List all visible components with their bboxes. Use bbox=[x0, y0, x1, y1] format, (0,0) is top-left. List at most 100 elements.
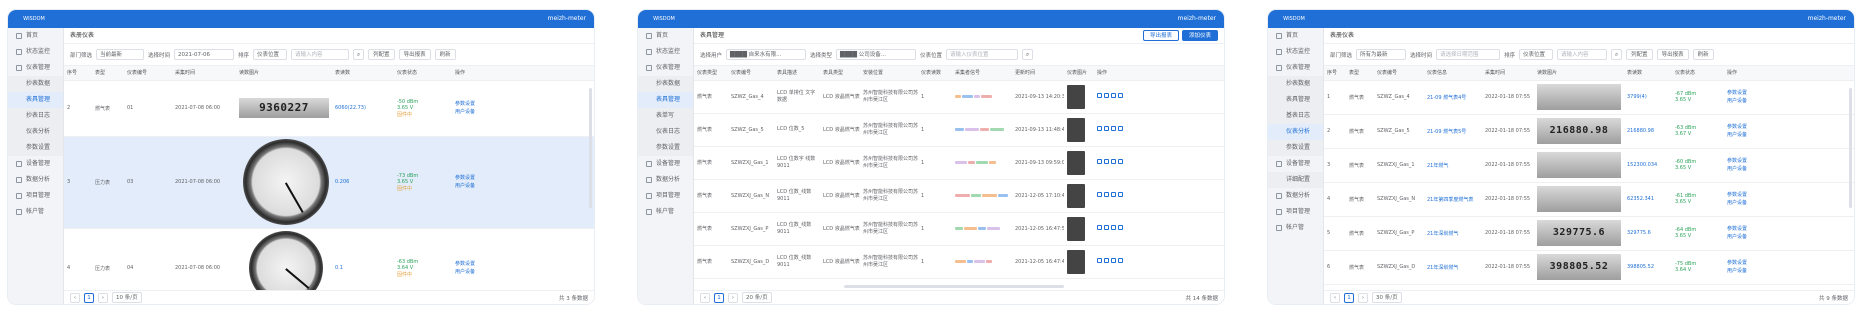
cell-info[interactable]: 21年第四季度燃气表 bbox=[1424, 182, 1482, 217]
meter-photo-thumbnail[interactable] bbox=[1067, 117, 1085, 142]
sidebar-item[interactable]: 帐户管 bbox=[1268, 220, 1323, 236]
table-row[interactable]: 燃气表 SZWZXJ_Gas_P LCD 位数_线数9011 LCD 液晶燃气表 苏州智… bbox=[694, 212, 1224, 246]
col-header[interactable]: 读数图片 bbox=[1534, 66, 1624, 81]
user-device-link[interactable]: 用户设备 bbox=[1727, 233, 1854, 241]
dept-select[interactable]: 所有为最新 bbox=[1356, 49, 1407, 60]
chart-icon[interactable] bbox=[1104, 225, 1109, 230]
sidebar-item[interactable]: 数据分析 bbox=[8, 172, 63, 188]
cell-reading[interactable]: 398805.52 bbox=[1624, 250, 1672, 285]
delete-icon[interactable] bbox=[1118, 93, 1123, 98]
sidebar-item[interactable]: 项目管理 bbox=[638, 188, 693, 204]
meter-reading-image[interactable] bbox=[1537, 152, 1621, 178]
sidebar-item[interactable]: 仪表管理 bbox=[8, 60, 63, 76]
delete-icon[interactable] bbox=[1118, 126, 1123, 131]
refresh-button[interactable]: 刷新 bbox=[1692, 49, 1714, 60]
cell-image[interactable]: 9360227 bbox=[236, 80, 332, 137]
sidebar-item[interactable]: 参数设置 bbox=[8, 140, 63, 156]
export-report-button[interactable]: 导出报表 bbox=[1142, 30, 1179, 41]
sidebar-item[interactable]: 设备管理 bbox=[1268, 156, 1323, 172]
cell-info[interactable]: 21年燃气 bbox=[1424, 148, 1482, 183]
table-row[interactable]: 4 燃气表 SZWZXJ_Gas_N 21年第四季度燃气表 2022-01-18 07:… bbox=[1324, 182, 1854, 217]
user-device-link[interactable]: 用户设备 bbox=[1727, 165, 1854, 173]
col-header[interactable]: 仪表图片 bbox=[1064, 66, 1094, 81]
table-row[interactable]: 1 燃气表 SZWZ_Gas_4 21-09 燃气表4号 2022-01-18 07:5… bbox=[1324, 80, 1854, 115]
next-page-button[interactable]: › bbox=[98, 292, 108, 303]
sidebar-item[interactable]: 数据分析 bbox=[1268, 188, 1323, 204]
chart-icon[interactable] bbox=[1104, 159, 1109, 164]
cell-info[interactable]: 21-09 燃气表5号 bbox=[1424, 114, 1482, 149]
setting-icon[interactable] bbox=[1111, 225, 1116, 230]
sidebar-item[interactable]: 仪表管理 bbox=[638, 60, 693, 76]
col-header[interactable]: 仪表类型 bbox=[694, 66, 728, 81]
col-header[interactable]: 仪表状态 bbox=[394, 66, 452, 81]
sidebar-item[interactable]: 状态监控 bbox=[1268, 44, 1323, 60]
cell-image[interactable]: 216880.98 bbox=[1534, 114, 1624, 149]
cell-image[interactable]: 329775.6 bbox=[1534, 216, 1624, 251]
sidebar-item[interactable]: 表具管理 bbox=[1268, 92, 1323, 108]
next-page-button[interactable]: › bbox=[1358, 292, 1368, 303]
cell-reading[interactable]: 0.206 bbox=[332, 136, 394, 229]
sidebar-item[interactable]: 设备管理 bbox=[8, 156, 63, 172]
page-number[interactable]: 1 bbox=[1344, 292, 1354, 303]
table-row[interactable]: 燃气表 SZWZ_Gas_5 LCD 位数_5 LCD 液晶燃气表 苏州智能科技有限公司… bbox=[694, 113, 1224, 147]
prev-page-button[interactable]: ‹ bbox=[70, 292, 80, 303]
settings-link[interactable]: 参数设置 bbox=[1727, 191, 1854, 199]
settings-link[interactable]: 参数设置 bbox=[455, 100, 594, 108]
column-config-button[interactable]: 列配置 bbox=[368, 49, 395, 60]
user-menu[interactable]: meizh-meter bbox=[548, 10, 586, 28]
dept-select[interactable]: 当前最新 bbox=[96, 49, 145, 60]
setting-icon[interactable] bbox=[1111, 192, 1116, 197]
settings-link[interactable]: 参数设置 bbox=[1727, 89, 1854, 97]
delete-icon[interactable] bbox=[1118, 192, 1123, 197]
col-header[interactable]: 读数图片 bbox=[236, 66, 332, 81]
col-header[interactable]: 仪表信息 bbox=[1424, 66, 1482, 81]
user-menu[interactable]: meizh-meter bbox=[1808, 10, 1846, 28]
col-header[interactable]: 操作 bbox=[452, 66, 594, 81]
col-header[interactable]: 仪表编号 bbox=[124, 66, 172, 81]
user-device-link[interactable]: 用户设备 bbox=[455, 108, 594, 116]
edit-icon[interactable] bbox=[1097, 192, 1102, 197]
col-header[interactable]: 采集时间 bbox=[1482, 66, 1534, 81]
meter-reading-image[interactable] bbox=[1537, 84, 1621, 110]
meter-reading-image[interactable]: 9360227 bbox=[239, 98, 329, 118]
page-number[interactable]: 1 bbox=[84, 292, 94, 303]
table-row[interactable]: 6 燃气表 SZWZXJ_Gas_D 21年深圳燃气 2022-01-18 07:55 3… bbox=[1324, 250, 1854, 285]
meter-photo-thumbnail[interactable] bbox=[1067, 216, 1085, 241]
page-size-select[interactable]: 10 条/页 bbox=[112, 292, 142, 303]
cell-image[interactable] bbox=[1064, 80, 1094, 114]
table-row[interactable]: 5 燃气表 SZWZXJ_Gas_P 21年深圳燃气 2022-01-18 07:55 3… bbox=[1324, 216, 1854, 251]
edit-icon[interactable] bbox=[1097, 93, 1102, 98]
settings-link[interactable]: 参数设置 bbox=[455, 260, 594, 268]
sidebar-item[interactable]: 仪表管理 bbox=[1268, 60, 1323, 76]
cell-info[interactable]: 21年深圳燃气 bbox=[1424, 250, 1482, 285]
col-header[interactable]: 表具描述 bbox=[774, 66, 820, 81]
cell-image[interactable] bbox=[1534, 148, 1624, 183]
table-row[interactable]: 燃气表 SZWZXJ_Gas_N LCD 位数_线数9011 LCD 液晶燃气表 苏州智… bbox=[694, 179, 1224, 213]
col-header[interactable]: 安装位置 bbox=[860, 66, 918, 81]
cell-reading[interactable]: 3799(4) bbox=[1624, 80, 1672, 115]
export-button[interactable]: 导出报表 bbox=[1656, 49, 1689, 60]
cell-image[interactable] bbox=[236, 136, 332, 229]
search-input[interactable]: 请输入内容 bbox=[291, 49, 350, 60]
horizontal-scrollbar[interactable] bbox=[844, 285, 1064, 288]
cell-image[interactable] bbox=[1064, 179, 1094, 213]
meter-reading-image[interactable]: 398805.52 bbox=[1537, 254, 1621, 280]
user-device-link[interactable]: 用户设备 bbox=[455, 182, 594, 190]
col-header[interactable]: 采集者信号 bbox=[952, 66, 1012, 81]
chart-icon[interactable] bbox=[1104, 258, 1109, 263]
meter-reading-image[interactable] bbox=[1537, 186, 1621, 212]
col-header[interactable]: 更新时间 bbox=[1012, 66, 1064, 81]
cell-info[interactable]: 21-09 燃气表4号 bbox=[1424, 80, 1482, 115]
cell-reading[interactable]: 329775.6 bbox=[1624, 216, 1672, 251]
settings-link[interactable]: 参数设置 bbox=[1727, 123, 1854, 131]
edit-icon[interactable] bbox=[1097, 258, 1102, 263]
meter-photo-thumbnail[interactable] bbox=[1067, 249, 1085, 274]
sidebar-item[interactable]: 项目管理 bbox=[1268, 204, 1323, 220]
user-device-link[interactable]: 用户设备 bbox=[1727, 131, 1854, 139]
sidebar-item[interactable]: 详细配置 bbox=[1268, 172, 1323, 188]
user-device-link[interactable]: 用户设备 bbox=[455, 268, 594, 276]
cell-image[interactable] bbox=[1064, 113, 1094, 147]
col-header[interactable]: 采集时间 bbox=[172, 66, 236, 81]
table-row[interactable]: 3 压力表 03 2021-07-08 06:00 0.206 -73 dBm … bbox=[64, 136, 594, 229]
cell-reading[interactable]: 62352.341 bbox=[1624, 182, 1672, 217]
